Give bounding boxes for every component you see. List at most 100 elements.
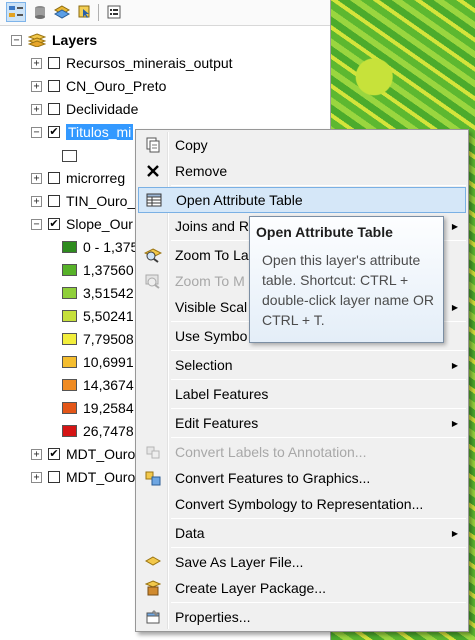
list-by-selection-icon[interactable]	[74, 2, 94, 22]
visibility-checkbox[interactable]: ✔	[48, 218, 60, 230]
visibility-checkbox[interactable]	[48, 195, 60, 207]
menu-item-copy[interactable]: Copy	[138, 132, 466, 158]
collapse-icon[interactable]: −	[11, 34, 22, 46]
options-icon[interactable]	[104, 2, 124, 22]
list-by-drawing-order-icon[interactable]	[6, 2, 26, 22]
legend-class[interactable]: 7,79508	[62, 329, 134, 349]
layer-label[interactable]: MDT_Ouro	[66, 469, 135, 485]
expand-icon[interactable]: +	[31, 80, 42, 92]
class-label: 3,51542	[83, 285, 134, 301]
menu-item-label: Convert Symbology to Representation...	[175, 496, 424, 512]
layers-root[interactable]: − Layers	[11, 30, 97, 50]
class-color-swatch[interactable]	[62, 241, 77, 253]
visibility-checkbox[interactable]	[48, 103, 60, 115]
layer-context-menu: Copy Remove Open Attribute Table Joins a…	[135, 129, 469, 632]
menu-item-label-features[interactable]: Label Features	[138, 381, 466, 407]
menu-item-label: Save As Layer File...	[175, 554, 304, 570]
menu-item-label: Joins and R	[175, 218, 249, 234]
visibility-checkbox[interactable]	[48, 172, 60, 184]
copy-icon	[144, 136, 162, 154]
layer-row-mdt-2[interactable]: + MDT_Ouro	[31, 467, 135, 487]
menu-item-label: Remove	[175, 163, 228, 179]
menu-item-create-layer-package[interactable]: Create Layer Package...	[138, 575, 466, 601]
menu-item-label: Zoom To La	[175, 247, 249, 263]
expand-icon[interactable]: +	[31, 448, 42, 460]
visibility-checkbox[interactable]	[48, 471, 60, 483]
menu-item-label: Convert Labels to Annotation...	[175, 444, 367, 460]
layer-row-cn-ouro-preto[interactable]: + CN_Ouro_Preto	[31, 76, 166, 96]
visibility-checkbox[interactable]: ✔	[48, 448, 60, 460]
titulos-symbol[interactable]	[62, 146, 83, 166]
menu-item-properties[interactable]: Properties...	[138, 604, 466, 630]
zoom-to-layer-icon	[144, 246, 162, 264]
class-label: 5,50241	[83, 308, 134, 324]
tooltip: Open Attribute Table Open this layer's a…	[249, 216, 444, 343]
visibility-checkbox[interactable]	[48, 80, 60, 92]
collapse-icon[interactable]: −	[31, 218, 42, 230]
legend-class[interactable]: 26,7478	[62, 421, 134, 441]
layer-row-microrreg[interactable]: + microrreg	[31, 168, 125, 188]
visibility-checkbox[interactable]: ✔	[48, 126, 60, 138]
menu-item-label: Zoom To M	[175, 273, 245, 289]
class-color-swatch[interactable]	[62, 356, 77, 368]
layer-label[interactable]: Declividade	[66, 101, 138, 117]
class-color-swatch[interactable]	[62, 310, 77, 322]
layer-label-selected[interactable]: Titulos_mi	[66, 124, 134, 140]
layer-label[interactable]: Slope_Our	[66, 216, 133, 232]
expand-icon[interactable]: +	[31, 57, 42, 69]
legend-class[interactable]: 10,6991	[62, 352, 134, 372]
menu-item-convert-labels: Convert Labels to Annotation...	[138, 439, 466, 465]
legend-class[interactable]: 1,37560	[62, 260, 134, 280]
layer-row-mdt-1[interactable]: + ✔ MDT_Ouro	[31, 444, 135, 464]
menu-item-convert-symbology[interactable]: Convert Symbology to Representation...	[138, 491, 466, 517]
expand-icon[interactable]: +	[31, 195, 42, 207]
class-color-swatch[interactable]	[62, 333, 77, 345]
class-color-swatch[interactable]	[62, 264, 77, 276]
expand-icon[interactable]: +	[31, 471, 42, 483]
submenu-arrow-icon: ▶	[451, 528, 458, 538]
class-color-swatch[interactable]	[62, 425, 77, 437]
layer-file-icon	[144, 553, 162, 571]
layer-label[interactable]: CN_Ouro_Preto	[66, 78, 166, 94]
layer-label[interactable]: MDT_Ouro	[66, 446, 135, 462]
expand-icon[interactable]: +	[31, 172, 42, 184]
legend-class[interactable]: 0 - 1,375	[62, 237, 138, 257]
table-icon	[145, 191, 163, 209]
menu-item-selection[interactable]: Selection ▶	[138, 352, 466, 378]
legend-class[interactable]: 19,2584	[62, 398, 134, 418]
menu-item-remove[interactable]: Remove	[138, 158, 466, 184]
list-by-source-icon[interactable]	[30, 2, 50, 22]
menu-item-label: Use Symbo	[175, 328, 248, 344]
legend-class[interactable]: 5,50241	[62, 306, 134, 326]
layer-label[interactable]: microrreg	[66, 170, 125, 186]
layer-row-slope[interactable]: − ✔ Slope_Our	[31, 214, 133, 234]
submenu-arrow-icon: ▶	[451, 418, 458, 428]
list-by-visibility-icon[interactable]	[52, 2, 72, 22]
polygon-symbol-swatch[interactable]	[62, 150, 77, 162]
legend-class[interactable]: 14,3674	[62, 375, 134, 395]
collapse-icon[interactable]: −	[31, 126, 42, 138]
layer-label[interactable]: TIN_Ouro_	[66, 193, 135, 209]
menu-item-edit-features[interactable]: Edit Features ▶	[138, 410, 466, 436]
layer-row-tin[interactable]: + TIN_Ouro_	[31, 191, 135, 211]
class-label: 19,2584	[83, 400, 134, 416]
menu-item-data[interactable]: Data ▶	[138, 520, 466, 546]
menu-item-label: Visible Scal	[175, 299, 248, 315]
class-color-swatch[interactable]	[62, 379, 77, 391]
layer-row-recursos-minerais[interactable]: + Recursos_minerais_output	[31, 53, 233, 73]
menu-item-open-attribute-table[interactable]: Open Attribute Table	[138, 187, 466, 213]
legend-class[interactable]: 3,51542	[62, 283, 134, 303]
layer-label[interactable]: Recursos_minerais_output	[66, 55, 233, 71]
class-label: 26,7478	[83, 423, 134, 439]
layer-row-declividade[interactable]: + Declividade	[31, 99, 138, 119]
expand-icon[interactable]: +	[31, 103, 42, 115]
class-color-swatch[interactable]	[62, 287, 77, 299]
menu-item-label: Selection	[175, 357, 233, 373]
menu-item-convert-features[interactable]: Convert Features to Graphics...	[138, 465, 466, 491]
layer-row-titulos[interactable]: − ✔ Titulos_mi	[31, 122, 134, 142]
class-color-swatch[interactable]	[62, 402, 77, 414]
tooltip-title: Open Attribute Table	[256, 224, 393, 240]
menu-item-save-as-layer-file[interactable]: Save As Layer File...	[138, 549, 466, 575]
class-label: 10,6991	[83, 354, 134, 370]
visibility-checkbox[interactable]	[48, 57, 60, 69]
